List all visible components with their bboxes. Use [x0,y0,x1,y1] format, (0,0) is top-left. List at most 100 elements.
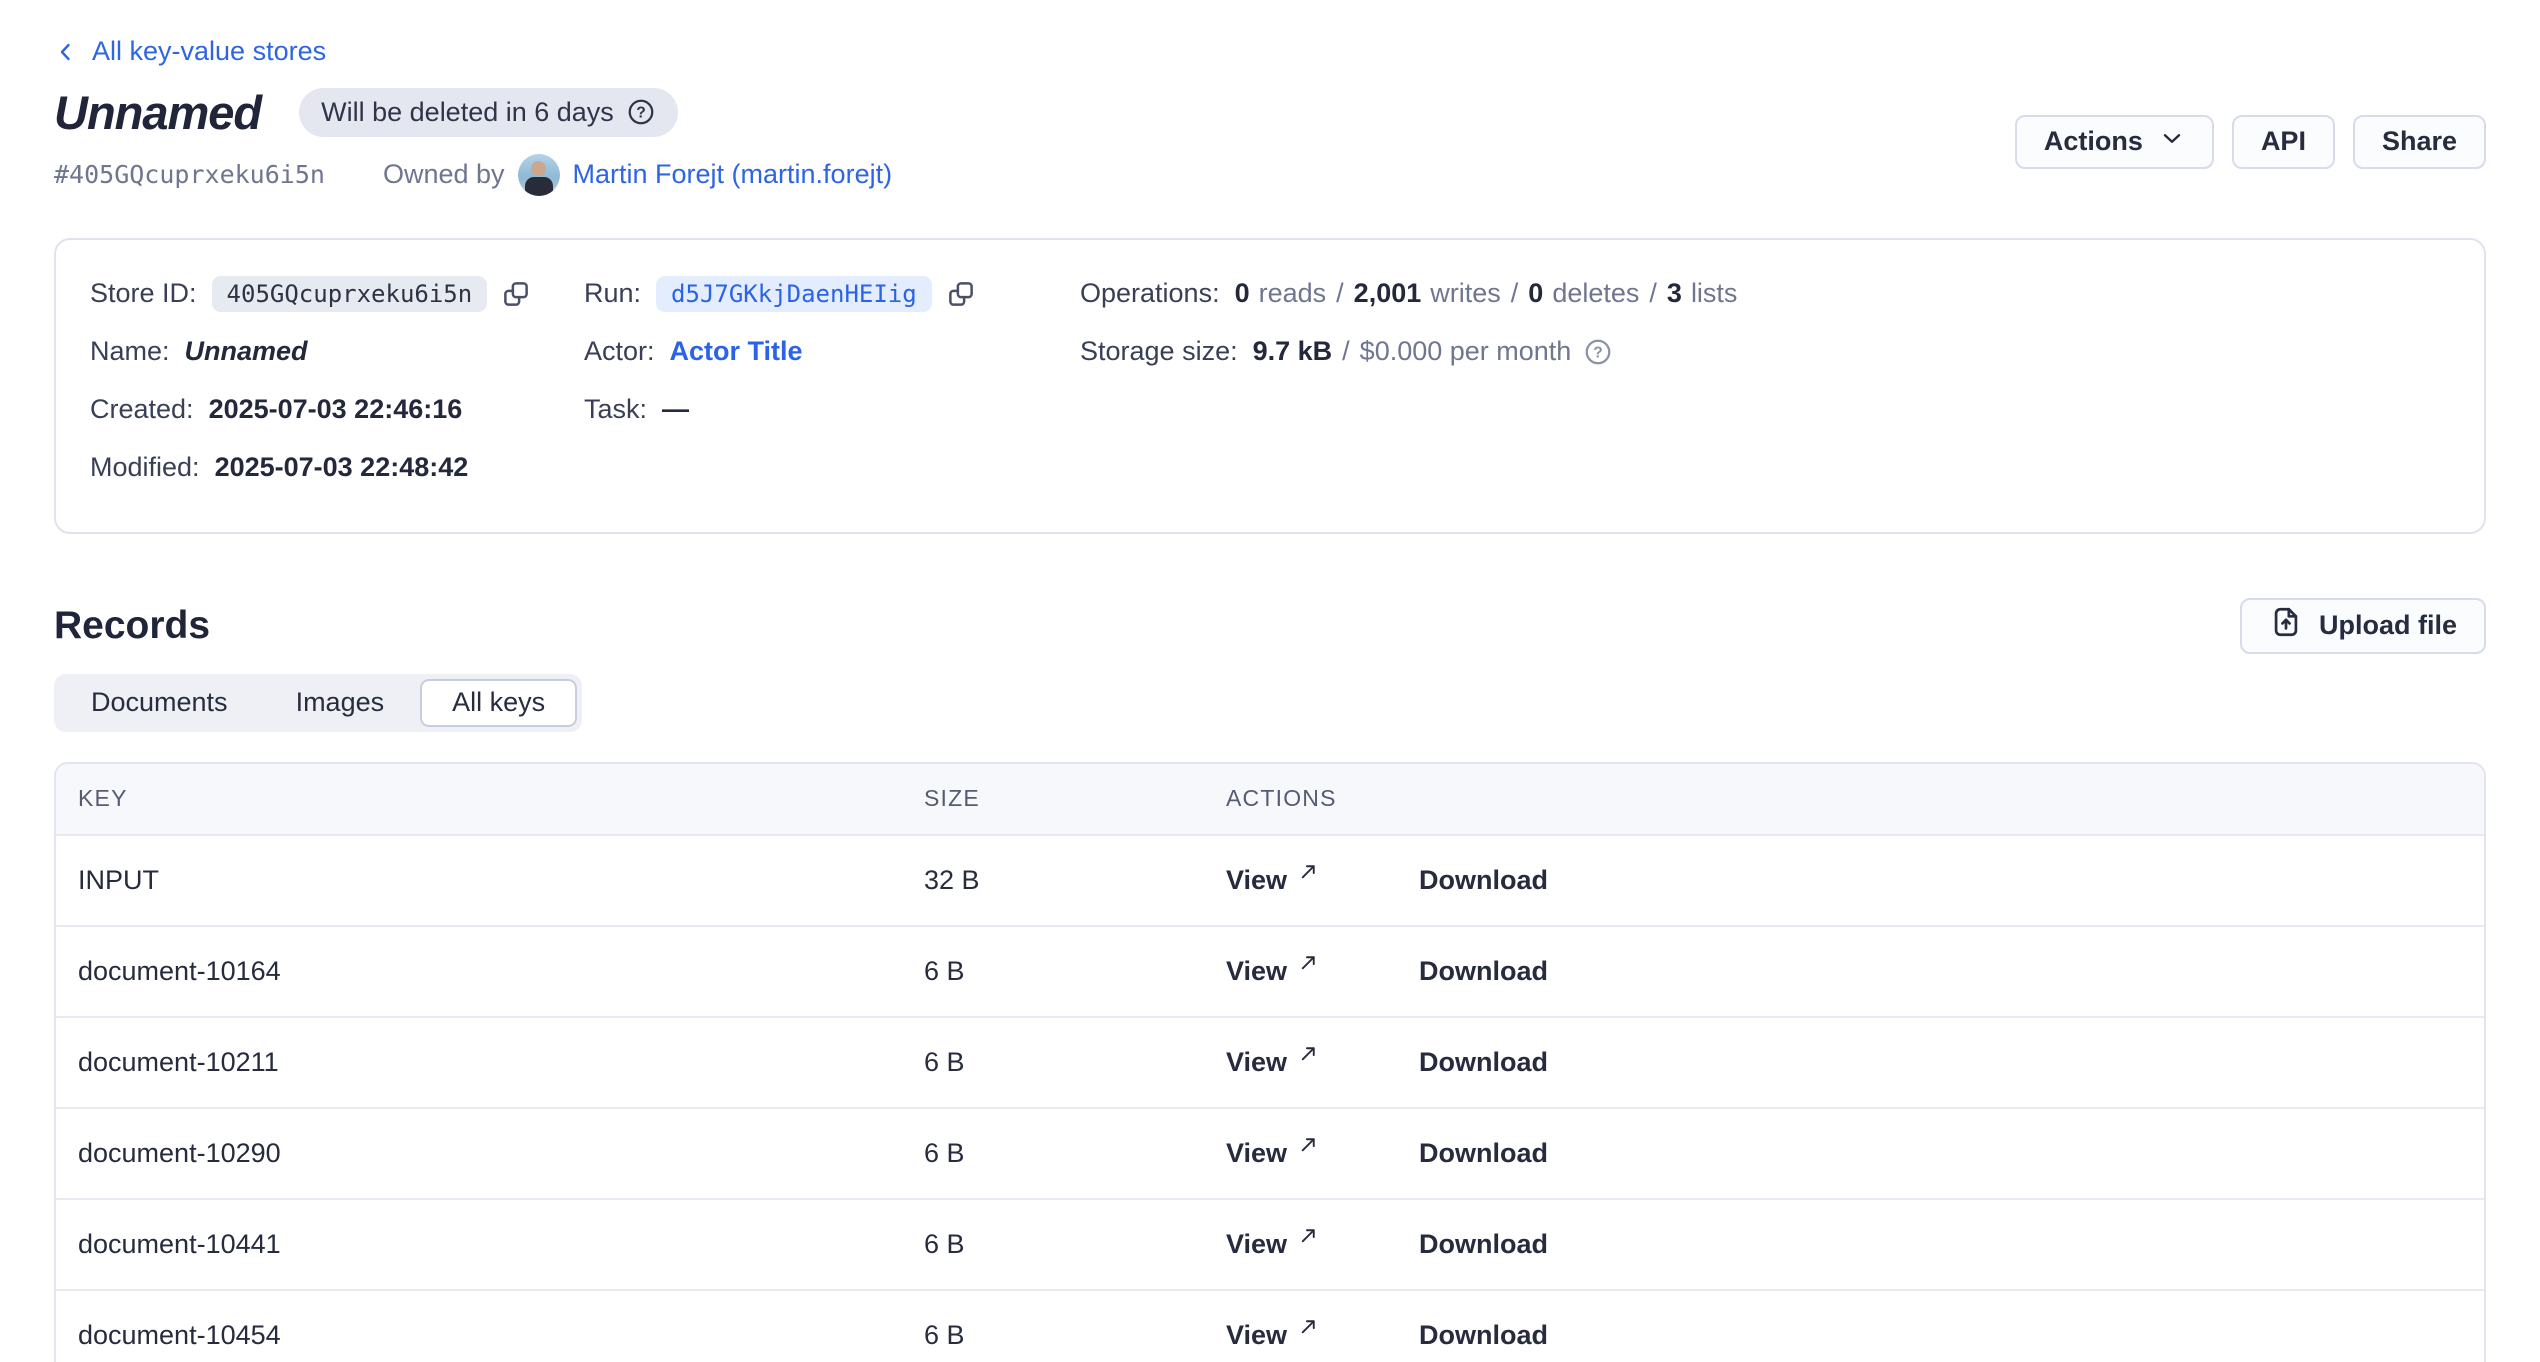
page-title: Unnamed [54,85,261,140]
back-link-all-key-value-stores[interactable]: All key-value stores [54,36,326,67]
storage-field: Storage size: 9.7 kB / $0.000 per month … [1080,332,2484,372]
table-row: document-10164 6 B View Download [56,927,2484,1018]
download-link[interactable]: Download [1419,1047,1548,1078]
row-key: document-10164 [56,956,924,987]
records-table: KEY SIZE ACTIONS INPUT 32 B View Downloa… [54,762,2486,1362]
run-label: Run: [584,278,641,309]
external-link-icon [1298,861,1319,882]
page-header: Unnamed Will be deleted in 6 days ? Acti… [54,85,2486,196]
external-link-icon [1298,1134,1319,1155]
separator: / [1336,278,1344,309]
records-heading: Records [54,604,210,648]
row-size: 6 B [924,1047,1226,1078]
created-label: Created: [90,394,194,425]
info-card-column-2: Run: d5J7GKkjDaenHEIig Actor: Actor Titl… [584,274,1080,506]
tab-images[interactable]: Images [264,679,417,727]
name-label: Name: [90,336,170,367]
row-key: document-10441 [56,1229,924,1260]
download-link[interactable]: Download [1419,1320,1548,1351]
share-button[interactable]: Share [2353,115,2486,169]
header-buttons: Actions API Share [2015,115,2486,169]
actions-button-label: Actions [2044,126,2143,157]
chevron-left-icon [54,40,78,64]
tab-all-keys[interactable]: All keys [420,679,577,727]
operations-reads-value: 0 [1235,278,1250,309]
created-value: 2025-07-03 22:46:16 [209,394,463,425]
view-link[interactable]: View [1226,1320,1419,1351]
operations-writes-unit: writes [1430,278,1501,309]
operations-field: Operations: 0 reads / 2,001 writes / 0 d… [1080,274,2484,314]
deletion-badge: Will be deleted in 6 days ? [299,88,678,137]
tab-documents[interactable]: Documents [59,679,260,727]
actor-label: Actor: [584,336,655,367]
download-link[interactable]: Download [1419,956,1548,987]
download-link[interactable]: Download [1419,865,1548,896]
table-header: KEY SIZE ACTIONS [56,764,2484,836]
column-header-size: SIZE [924,785,1226,812]
store-hash: #405GQcuprxeku6i5n [54,160,325,189]
view-link-label: View [1226,1047,1287,1078]
external-link-icon [1298,1316,1319,1337]
store-info-card: Store ID: 405GQcuprxeku6i5n Name: Unname… [54,238,2486,534]
row-size: 6 B [924,1320,1226,1351]
separator: / [1649,278,1657,309]
info-card-column-3: Operations: 0 reads / 2,001 writes / 0 d… [1080,274,2484,506]
download-link[interactable]: Download [1419,1229,1548,1260]
row-key: document-10454 [56,1320,924,1351]
row-key: INPUT [56,865,924,896]
table-row: document-10441 6 B View Download [56,1200,2484,1291]
run-id-pill[interactable]: d5J7GKkjDaenHEIig [656,276,932,312]
table-row: document-10454 6 B View Download [56,1291,2484,1362]
operations-lists-value: 3 [1667,278,1682,309]
info-card-column-1: Store ID: 405GQcuprxeku6i5n Name: Unname… [90,274,584,506]
modified-label: Modified: [90,452,200,483]
separator: / [1511,278,1519,309]
owned-by-label: Owned by [383,159,505,190]
operations-deletes-unit: deletes [1552,278,1639,309]
view-link-label: View [1226,1320,1287,1351]
operations-deletes-value: 0 [1528,278,1543,309]
actor-link[interactable]: Actor Title [670,336,803,367]
row-key: document-10211 [56,1047,924,1078]
store-id-label: Store ID: [90,278,197,309]
storage-cost: $0.000 per month [1360,336,1572,367]
view-link[interactable]: View [1226,956,1419,987]
copy-run-id-button[interactable] [946,279,976,309]
help-icon[interactable]: ? [626,97,656,127]
deletion-badge-label: Will be deleted in 6 days [321,97,614,128]
view-link[interactable]: View [1226,1138,1419,1169]
share-button-label: Share [2382,126,2457,157]
owner-link[interactable]: Martin Forejt (martin.forejt) [573,159,893,190]
operations-writes-value: 2,001 [1354,278,1422,309]
store-id-pill: 405GQcuprxeku6i5n [212,276,488,312]
external-link-icon [1298,1225,1319,1246]
actions-button[interactable]: Actions [2015,115,2214,169]
view-link-label: View [1226,865,1287,896]
storage-size-value: 9.7 kB [1253,336,1333,367]
upload-file-label: Upload file [2319,610,2457,641]
download-link[interactable]: Download [1419,1138,1548,1169]
row-size: 6 B [924,1229,1226,1260]
view-link[interactable]: View [1226,1229,1419,1260]
view-link[interactable]: View [1226,1047,1419,1078]
chevron-down-icon [2159,125,2185,158]
row-size: 6 B [924,1138,1226,1169]
copy-store-id-button[interactable] [501,279,531,309]
row-key: document-10290 [56,1138,924,1169]
task-label: Task: [584,394,647,425]
operations-lists-unit: lists [1691,278,1738,309]
column-header-key: KEY [56,785,924,812]
api-button-label: API [2261,126,2306,157]
svg-text:?: ? [636,104,646,121]
api-button[interactable]: API [2232,115,2335,169]
row-size: 32 B [924,865,1226,896]
records-header-row: Records Upload file [54,598,2486,654]
help-icon[interactable]: ? [1583,337,1613,367]
modified-value: 2025-07-03 22:48:42 [215,452,469,483]
back-link-label: All key-value stores [92,36,326,67]
records-tab-bar: Documents Images All keys [54,674,582,732]
view-link[interactable]: View [1226,865,1419,896]
svg-text:?: ? [1594,344,1604,361]
upload-file-button[interactable]: Upload file [2240,598,2486,654]
view-link-label: View [1226,956,1287,987]
